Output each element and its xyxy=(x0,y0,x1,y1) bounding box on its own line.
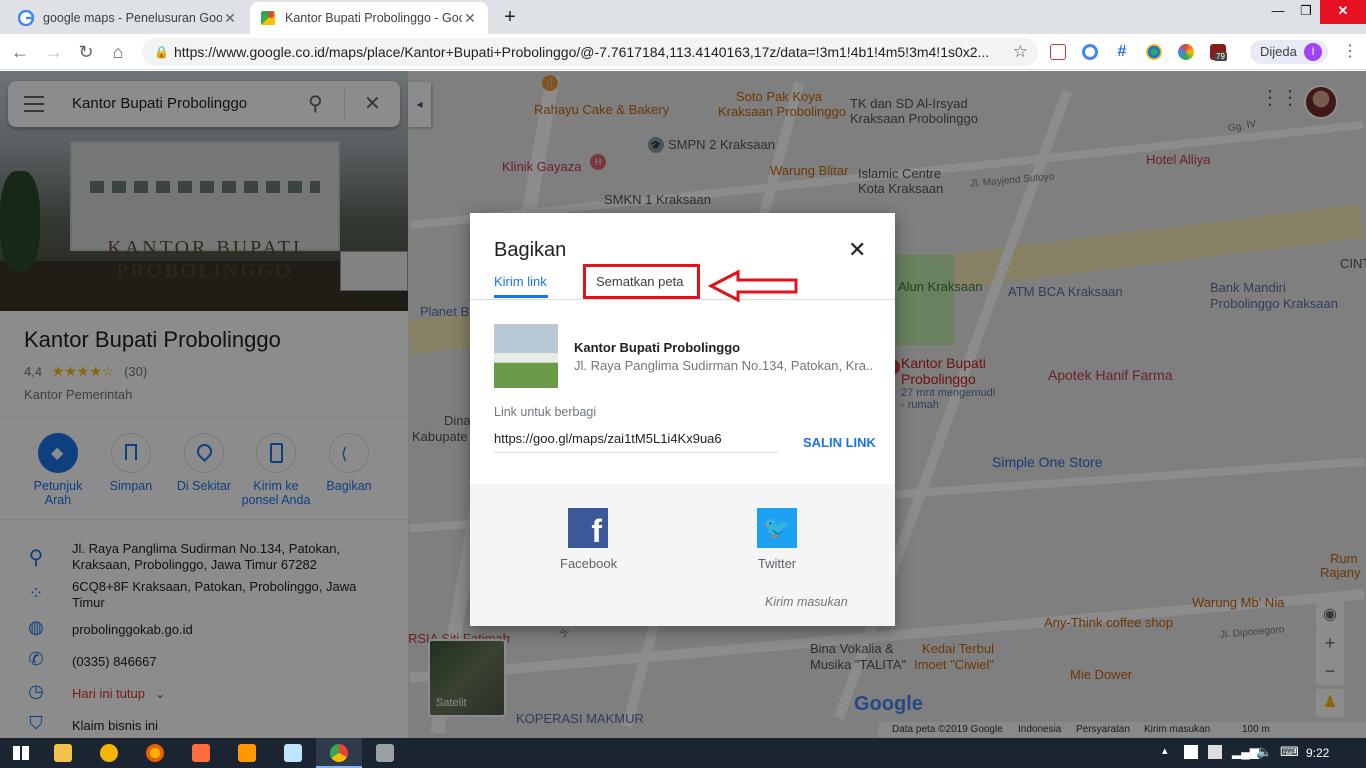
close-dialog-icon[interactable]: ✕ xyxy=(848,237,866,263)
volume-muted-icon[interactable]: 🔈 xyxy=(1256,744,1272,760)
place-thumbnail xyxy=(494,324,558,388)
back-arrow-icon[interactable]: ← xyxy=(8,40,32,64)
network-icon[interactable]: ▂▄▆ xyxy=(1232,745,1259,759)
taskbar-sublime[interactable] xyxy=(224,738,270,768)
taskbar-app[interactable] xyxy=(86,738,132,768)
color-extension-icon[interactable] xyxy=(1178,44,1194,60)
google-g-icon xyxy=(18,10,34,26)
google-extension-icon[interactable] xyxy=(1082,44,1098,60)
windows-logo-icon xyxy=(13,746,29,760)
taskbar-app[interactable] xyxy=(362,738,408,768)
bookmark-star-icon[interactable]: ☆ xyxy=(1013,38,1028,66)
browser-tab-search[interactable]: google maps - Penelusuran Goog ✕ xyxy=(8,2,248,34)
profile-avatar: I xyxy=(1304,43,1322,61)
send-feedback-link[interactable]: Kirim masukan xyxy=(765,595,848,609)
annotation-arrow-icon xyxy=(708,269,798,303)
tab-send-link[interactable]: Kirim link xyxy=(494,274,547,289)
app-icon xyxy=(100,744,118,762)
extension-notes-icon[interactable] xyxy=(1050,44,1066,60)
annotation-highlight-box xyxy=(583,264,700,299)
active-tab-indicator xyxy=(494,295,548,298)
facebook-share-button[interactable]: f Facebook xyxy=(560,508,618,571)
close-window-icon[interactable]: ✕ xyxy=(1320,0,1366,24)
taskbar-app[interactable] xyxy=(178,738,224,768)
facebook-icon: f xyxy=(568,508,608,549)
firefox-icon xyxy=(146,744,164,762)
twitter-label: Twitter xyxy=(757,556,797,571)
address-bar[interactable]: 🔒 https://www.google.co.id/maps/place/Ka… xyxy=(142,38,1038,66)
app-icon xyxy=(192,744,210,762)
share-link-field[interactable]: https://goo.gl/maps/zai1tM5L1i4Kx9ua6 xyxy=(494,431,778,453)
copy-link-button[interactable]: SALIN LINK xyxy=(803,435,876,450)
globe-extension-icon[interactable] xyxy=(1146,44,1162,60)
chrome-icon xyxy=(330,744,348,762)
app-icon xyxy=(376,744,394,762)
taskbar-chrome[interactable] xyxy=(316,738,362,768)
taskbar-notepad[interactable] xyxy=(270,738,316,768)
close-tab-icon[interactable]: ✕ xyxy=(462,10,478,27)
forward-arrow-icon[interactable]: → xyxy=(42,40,66,64)
new-tab-button[interactable]: + xyxy=(498,6,522,28)
twitter-share-button[interactable]: 🐦 Twitter xyxy=(749,508,805,571)
menu-dots-icon[interactable]: ⋮ xyxy=(1338,40,1362,64)
home-icon[interactable]: ⌂ xyxy=(106,40,130,64)
folder-icon xyxy=(54,744,72,762)
link-label: Link untuk berbagi xyxy=(494,405,597,419)
lock-icon: 🔒 xyxy=(154,45,169,59)
browser-tab-strip: google maps - Penelusuran Goog ✕ Kantor … xyxy=(0,0,1366,34)
counter-extension-icon[interactable]: 79 xyxy=(1210,44,1227,61)
extension-badge: 79 xyxy=(1214,52,1227,61)
facebook-label: Facebook xyxy=(560,556,618,571)
taskbar-explorer[interactable] xyxy=(40,738,86,768)
notification-flag-icon[interactable] xyxy=(1184,745,1198,759)
share-place-address: Jl. Raya Panglima Sudirman No.134, Patok… xyxy=(574,358,874,373)
dialog-title: Bagikan xyxy=(494,239,567,261)
url-text: https://www.google.co.id/maps/place/Kant… xyxy=(174,44,990,60)
share-place-name: Kantor Bupati Probolinggo xyxy=(574,340,741,355)
tab-title: google maps - Penelusuran Goog xyxy=(43,11,222,25)
windows-taskbar: ▴ ▂▄▆ 🔈 ⌨ 9:22 xyxy=(0,738,1366,768)
tab-title: Kantor Bupati Probolinggo - Goo xyxy=(285,11,462,25)
notepad-icon xyxy=(284,744,302,762)
google-maps-icon xyxy=(261,11,275,25)
taskbar-firefox[interactable] xyxy=(132,738,178,768)
clock[interactable]: 9:22 xyxy=(1306,746,1329,760)
reload-icon[interactable]: ↻ xyxy=(74,40,98,64)
crop-extension-icon[interactable]: # xyxy=(1114,44,1130,60)
show-hidden-icons[interactable]: ▴ xyxy=(1162,744,1168,757)
browser-toolbar: ← → ↻ ⌂ 🔒 https://www.google.co.id/maps/… xyxy=(0,34,1366,70)
divider xyxy=(470,299,895,300)
browser-tab-maps[interactable]: Kantor Bupati Probolinggo - Goo ✕ xyxy=(250,2,488,34)
social-share-area: f Facebook 🐦 Twitter Kirim masukan xyxy=(470,484,895,626)
sublime-icon xyxy=(238,744,256,762)
twitter-icon: 🐦 xyxy=(757,508,797,548)
battery-icon[interactable] xyxy=(1208,745,1222,759)
keyboard-icon[interactable]: ⌨ xyxy=(1280,744,1299,760)
close-tab-icon[interactable]: ✕ xyxy=(222,10,238,27)
profile-status: Dijeda xyxy=(1260,44,1297,59)
restore-window-icon[interactable]: ❐ xyxy=(1288,0,1324,24)
profile-chip[interactable]: Dijeda I xyxy=(1250,40,1328,64)
